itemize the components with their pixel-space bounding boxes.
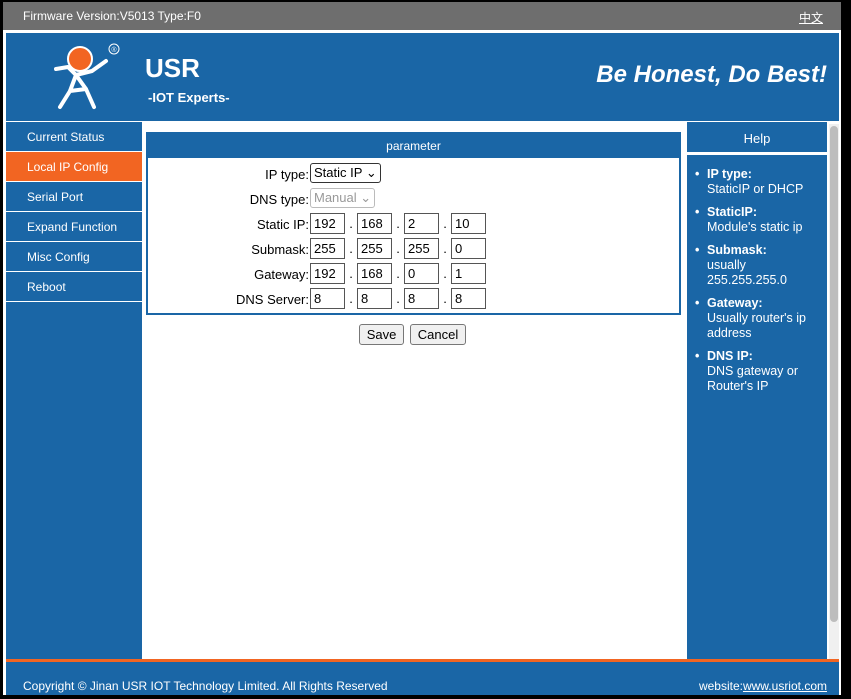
website-info: website:www.usriot.com <box>699 679 827 693</box>
sidebar-item-local-ip-config[interactable]: Local IP Config <box>6 152 142 182</box>
panel-title: parameter <box>148 134 679 158</box>
help-term: Gateway: <box>707 296 763 310</box>
help-list: IP type:StaticIP or DHCP StaticIP:Module… <box>687 155 827 394</box>
sidebar-nav: Current Status Local IP Config Serial Po… <box>6 122 142 659</box>
sidebar-item-current-status[interactable]: Current Status <box>6 122 142 152</box>
help-item: IP type:StaticIP or DHCP <box>693 167 821 197</box>
brand-name: USR <box>145 53 200 83</box>
footer: Copyright © Jinan USR IOT Technology Lim… <box>6 662 839 695</box>
gateway-label: Gateway: <box>254 267 309 282</box>
static-ip-row: Static IP: ... <box>148 212 679 236</box>
dns-server-octet-3[interactable] <box>404 288 439 309</box>
page-frame: Firmware Version:V5013 Type:F0 中文 ® USR … <box>3 2 841 695</box>
dns-type-row: DNS type: Manual ⌄ <box>148 187 679 211</box>
dns-type-value: Manual <box>314 190 357 205</box>
static-ip-label: Static IP: <box>256 217 309 232</box>
help-term: IP type: <box>707 167 752 181</box>
copyright-text: Copyright © Jinan USR IOT Technology Lim… <box>23 679 388 693</box>
brand-tagline: -IOT Experts- <box>148 90 230 105</box>
help-item: Submask:usually 255.255.255.0 <box>693 243 821 288</box>
static-ip-octet-2[interactable] <box>357 213 392 234</box>
sidebar-item-expand-function[interactable]: Expand Function <box>6 212 142 242</box>
submask-octet-2[interactable] <box>357 238 392 259</box>
slogan: Be Honest, Do Best! <box>596 61 827 88</box>
dns-type-select: Manual ⌄ <box>310 188 376 208</box>
main-content: parameter IP type: Static IP ⌄ DNS type:… <box>142 122 683 659</box>
scrollbar-thumb[interactable] <box>830 126 838 622</box>
sidebar-item-misc-config[interactable]: Misc Config <box>6 242 142 272</box>
usr-person-logo-icon: ® <box>54 43 120 109</box>
dns-type-label: DNS type: <box>249 192 309 207</box>
header-banner: ® USR -IOT Experts- Be Honest, Do Best! <box>6 33 839 121</box>
submask-octet-3[interactable] <box>404 238 439 259</box>
firmware-version: Firmware Version:V5013 Type:F0 <box>23 9 201 23</box>
help-term: Submask: <box>707 243 767 257</box>
help-item: Gateway:Usually router's ip address <box>693 296 821 341</box>
help-title: Help <box>687 122 827 155</box>
ip-type-value: Static IP <box>314 165 363 180</box>
gateway-row: Gateway: ... <box>148 262 679 286</box>
submask-octet-4[interactable] <box>451 238 486 259</box>
submask-label: Submask: <box>251 242 309 257</box>
dns-server-octet-1[interactable] <box>310 288 345 309</box>
ip-type-label: IP type: <box>265 167 309 182</box>
submask-row: Submask: ... <box>148 237 679 261</box>
sidebar-item-serial-port[interactable]: Serial Port <box>6 182 142 212</box>
help-item: StaticIP:Module's static ip <box>693 205 821 235</box>
submask-octet-1[interactable] <box>310 238 345 259</box>
cancel-button[interactable]: Cancel <box>409 324 467 345</box>
website-label: website: <box>698 679 743 693</box>
help-term: StaticIP: <box>707 205 758 219</box>
help-panel: Help IP type:StaticIP or DHCP StaticIP:M… <box>687 122 827 659</box>
top-bar: Firmware Version:V5013 Type:F0 中文 <box>3 2 841 30</box>
chevron-down-icon: ⌄ <box>365 165 377 180</box>
vertical-scrollbar[interactable] <box>829 124 839 659</box>
gateway-octet-4[interactable] <box>451 263 486 284</box>
static-ip-octet-4[interactable] <box>451 213 486 234</box>
help-desc: StaticIP or DHCP <box>707 182 804 196</box>
dns-server-octet-2[interactable] <box>357 288 392 309</box>
help-term: DNS IP: <box>707 349 753 363</box>
help-desc: Usually router's ip address <box>707 311 806 340</box>
gateway-octet-2[interactable] <box>357 263 392 284</box>
static-ip-octet-3[interactable] <box>404 213 439 234</box>
parameter-panel: parameter IP type: Static IP ⌄ DNS type:… <box>146 132 681 315</box>
ip-type-row: IP type: Static IP ⌄ <box>148 162 679 186</box>
language-switch-link[interactable]: 中文 <box>799 9 823 26</box>
gateway-octet-3[interactable] <box>404 263 439 284</box>
help-desc: Module's static ip <box>707 220 803 234</box>
dns-server-row: DNS Server: ... <box>148 287 679 311</box>
static-ip-octet-1[interactable] <box>310 213 345 234</box>
chevron-down-icon: ⌄ <box>360 190 372 205</box>
registered-mark: ® <box>111 46 117 54</box>
help-desc: DNS gateway or Router's IP <box>707 364 799 393</box>
save-button[interactable]: Save <box>358 324 405 345</box>
help-item: DNS IP:DNS gateway or Router's IP <box>693 349 821 394</box>
ip-type-select[interactable]: Static IP ⌄ <box>310 163 381 183</box>
help-desc: usually 255.255.255.0 <box>707 258 787 287</box>
sidebar-item-reboot[interactable]: Reboot <box>6 272 142 302</box>
dns-server-label: DNS Server: <box>236 292 309 307</box>
website-link[interactable]: www.usriot.com <box>743 679 827 693</box>
dns-server-octet-4[interactable] <box>451 288 486 309</box>
gateway-octet-1[interactable] <box>310 263 345 284</box>
form-buttons: Save Cancel <box>142 324 683 345</box>
